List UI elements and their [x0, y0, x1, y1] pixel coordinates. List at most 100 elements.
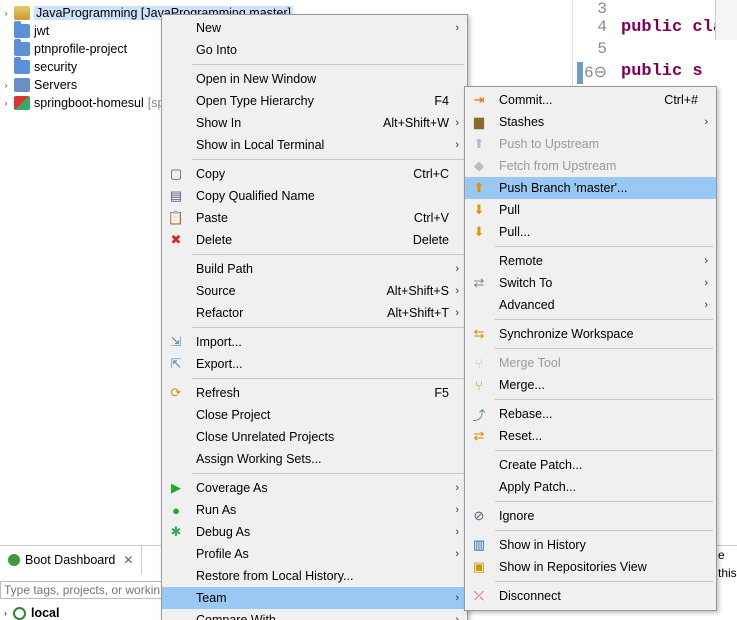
menu-item-reset[interactable]: ⇄ Reset... — [465, 425, 716, 447]
menu-item-create-patch[interactable]: Create Patch... — [465, 454, 716, 476]
menu-item-import[interactable]: ⇲ Import... — [162, 331, 467, 353]
menu-separator — [192, 159, 464, 160]
menu-item-disconnect[interactable]: ⤫ Disconnect — [465, 585, 716, 607]
menu-item-run-as[interactable]: ● Run As › — [162, 499, 467, 521]
chevron-right-icon: › — [704, 255, 708, 267]
menu-item-push-branch-master[interactable]: ⬆ Push Branch 'master'... — [465, 177, 716, 199]
menu-item-label: Push to Upstream — [499, 137, 600, 151]
disconnect-icon: ⤫ — [473, 588, 485, 603]
synchronize-icon: ⇆ — [473, 326, 485, 341]
menu-item-stashes[interactable]: ▆ Stashes › — [465, 111, 716, 133]
line-number: 5 — [597, 40, 607, 58]
menu-item-show-in-history[interactable]: ▥ Show in History — [465, 534, 716, 556]
right-partial-view: e this — [715, 546, 737, 586]
menu-item-open-in-new-window[interactable]: Open in New Window — [162, 68, 467, 90]
menu-item-refresh[interactable]: ⟳ Refresh F5 — [162, 382, 467, 404]
tree-item-jwt[interactable]: jwt — [0, 21, 50, 40]
menu-item-rebase[interactable]: ⤴ Rebase... — [465, 403, 716, 425]
chevron-right-icon: › — [455, 548, 459, 560]
menu-item-pull[interactable]: ⬇ Pull... — [465, 221, 716, 243]
menu-separator — [495, 319, 713, 320]
menu-item-pull[interactable]: ⬇ Pull — [465, 199, 716, 221]
menu-item-copy[interactable]: ▢ Copy Ctrl+C — [162, 163, 467, 185]
menu-item-open-type-hierarchy[interactable]: Open Type Hierarchy F4 — [162, 90, 467, 112]
chevron-right-icon[interactable]: › — [0, 8, 12, 18]
menu-item-paste[interactable]: 📋 Paste Ctrl+V — [162, 207, 467, 229]
menu-item-debug-as[interactable]: ✱ Debug As › — [162, 521, 467, 543]
switch-to-icon: ⇄ — [473, 275, 485, 290]
menu-separator — [495, 501, 713, 502]
servers-icon — [14, 78, 30, 92]
menu-item-compare-with[interactable]: Compare With › — [162, 609, 467, 620]
menu-item-shortcut: Ctrl+V — [413, 211, 449, 225]
menu-item-coverage-as[interactable]: ▶ Coverage As › — [162, 477, 467, 499]
menu-item-label: Remote — [499, 254, 543, 268]
menu-item-label: Refactor — [196, 306, 244, 320]
menu-item-source[interactable]: Source Alt+Shift+S › — [162, 280, 467, 302]
menu-item-remote[interactable]: Remote › — [465, 250, 716, 272]
menu-item-label: Paste — [196, 211, 228, 225]
menu-item-label: Advanced — [499, 298, 555, 312]
menu-item-label: New — [196, 21, 222, 35]
tree-item-local[interactable]: › local — [4, 606, 60, 620]
chevron-right-icon[interactable]: › — [0, 98, 12, 108]
chevron-right-icon: › — [455, 139, 459, 151]
menu-item-show-in[interactable]: Show In Alt+Shift+W › — [162, 112, 467, 134]
push-upstream-icon: ⬆ — [473, 136, 485, 151]
menu-item-refactor[interactable]: Refactor Alt+Shift+T › — [162, 302, 467, 324]
chevron-right-icon: › — [704, 116, 708, 128]
menu-item-profile-as[interactable]: Profile As › — [162, 543, 467, 565]
menu-item-label: Pull... — [499, 225, 531, 239]
menu-item-assign-working-sets[interactable]: Assign Working Sets... — [162, 448, 467, 470]
menu-item-label: Build Path — [196, 262, 253, 276]
menu-item-label: Assign Working Sets... — [196, 452, 322, 466]
reset-icon: ⇄ — [473, 428, 485, 443]
project-icon — [14, 6, 30, 20]
tree-item-label: jwt — [34, 24, 50, 38]
menu-item-apply-patch[interactable]: Apply Patch... — [465, 476, 716, 498]
boot-dashboard-tab[interactable]: Boot Dashboard ✕ — [0, 546, 143, 574]
menu-item-merge[interactable]: ⑂ Merge... — [465, 374, 716, 396]
menu-item-shortcut: Ctrl+# — [664, 93, 698, 107]
chevron-right-icon[interactable]: › — [4, 608, 7, 618]
menu-item-delete[interactable]: ✖ Delete Delete — [162, 229, 467, 251]
menu-item-team[interactable]: Team › — [162, 587, 467, 609]
tree-item-springboot-homesul[interactable]: › springboot-homesul [sp — [0, 94, 164, 112]
menu-separator — [192, 64, 464, 65]
menu-item-synchronize-workspace[interactable]: ⇆ Synchronize Workspace — [465, 323, 716, 345]
menu-item-shortcut: Alt+Shift+T — [387, 306, 449, 320]
menu-item-go-into[interactable]: Go Into — [162, 39, 467, 61]
code-editor[interactable]: 34public class56⊖ public s Syst — [572, 0, 737, 103]
menu-item-close-unrelated-projects[interactable]: Close Unrelated Projects — [162, 426, 467, 448]
menu-item-commit[interactable]: ⇥ Commit... Ctrl+# — [465, 89, 716, 111]
close-icon[interactable]: ✕ — [123, 553, 133, 567]
menu-item-show-in-repositories-view[interactable]: ▣ Show in Repositories View — [465, 556, 716, 578]
menu-item-ignore[interactable]: ⊘ Ignore — [465, 505, 716, 527]
paste-icon: 📋 — [167, 210, 185, 225]
menu-item-new[interactable]: New › — [162, 17, 467, 39]
menu-item-export[interactable]: ⇱ Export... — [162, 353, 467, 375]
tree-item-servers[interactable]: › Servers — [0, 76, 77, 94]
menu-item-switch-to[interactable]: ⇄ Switch To › — [465, 272, 716, 294]
repositories-icon: ▣ — [472, 559, 486, 574]
commit-icon: ⇥ — [473, 92, 485, 107]
menu-item-label: Merge... — [499, 378, 545, 392]
menu-item-label: Commit... — [499, 93, 553, 107]
menu-item-label: Source — [196, 284, 236, 298]
chevron-right-icon: › — [455, 263, 459, 275]
menu-item-restore-from-local-history[interactable]: Restore from Local History... — [162, 565, 467, 587]
change-ruler-marker — [577, 62, 583, 84]
menu-item-build-path[interactable]: Build Path › — [162, 258, 467, 280]
menu-item-show-in-local-terminal[interactable]: Show in Local Terminal › — [162, 134, 467, 156]
menu-item-advanced[interactable]: Advanced › — [465, 294, 716, 316]
chevron-right-icon[interactable]: › — [0, 80, 12, 90]
tree-item-ptnprofile-project[interactable]: ptnprofile-project — [0, 39, 127, 58]
refresh-icon: ⟳ — [170, 385, 182, 400]
menu-item-close-project[interactable]: Close Project — [162, 404, 467, 426]
chevron-right-icon: › — [455, 526, 459, 538]
tree-item-security[interactable]: security — [0, 57, 77, 76]
filter-input[interactable] — [0, 581, 170, 599]
menu-item-label: Close Project — [196, 408, 271, 422]
project-context-menu: New › Go Into Open in New Window Open Type H… — [161, 14, 468, 620]
menu-item-copy-qualified-name[interactable]: ▤ Copy Qualified Name — [162, 185, 467, 207]
